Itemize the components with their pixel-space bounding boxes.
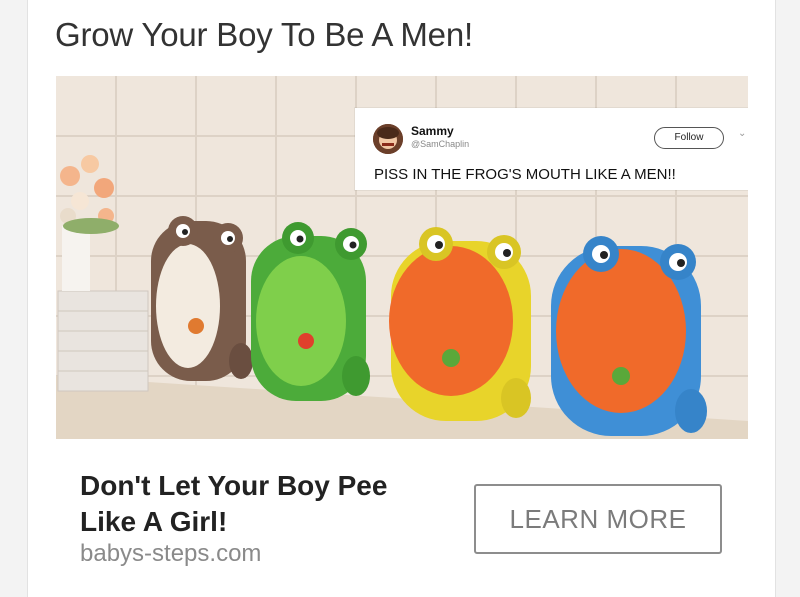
tweet-author-handle: @SamChaplin	[411, 139, 470, 149]
tweet-author-name: Sammy	[411, 124, 454, 138]
tweet-overlay: Sammy @SamChaplin Follow ⌄ PISS IN THE F…	[355, 108, 748, 190]
ad-image[interactable]: Sammy @SamChaplin Follow ⌄ PISS IN THE F…	[56, 76, 748, 439]
chevron-down-icon[interactable]: ⌄	[738, 128, 746, 139]
ad-cta-title[interactable]: Don't Let Your Boy Pee Like A Girl!	[80, 468, 440, 540]
avatar	[373, 124, 403, 154]
learn-more-button[interactable]: LEARN MORE	[474, 484, 722, 554]
tweet-text: PISS IN THE FROG'S MOUTH LIKE A MEN!!	[374, 166, 676, 183]
ad-domain[interactable]: babys-steps.com	[80, 540, 261, 568]
follow-button[interactable]: Follow	[654, 127, 724, 149]
ad-headline: Grow Your Boy To Be A Men!	[55, 16, 473, 53]
